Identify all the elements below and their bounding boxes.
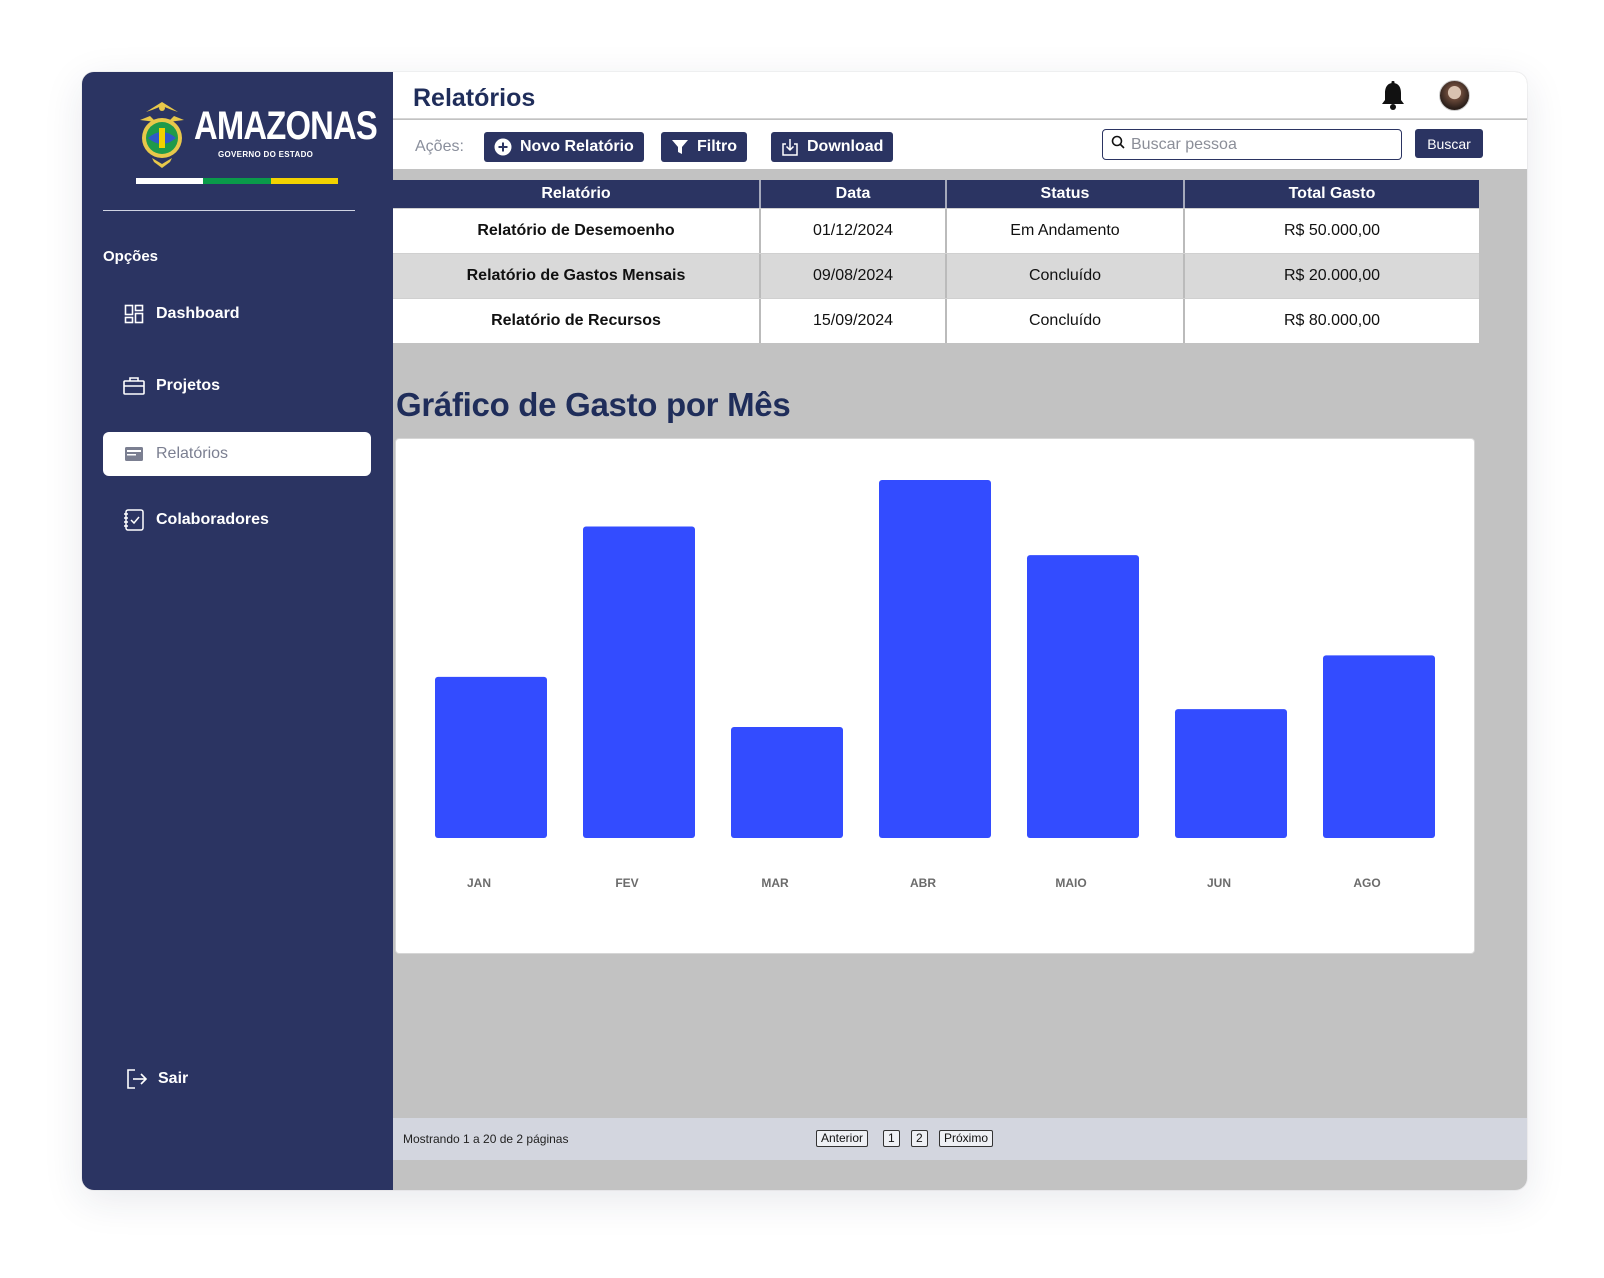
new-report-label: Novo Relatório	[520, 138, 634, 155]
chart-bar-ago[interactable]	[1323, 655, 1435, 838]
bell-icon[interactable]	[1378, 80, 1408, 112]
reports-table: Relatório Data Status Total Gasto Relató…	[393, 180, 1479, 343]
filter-label: Filtro	[697, 138, 737, 155]
search-icon	[1111, 135, 1125, 154]
flag-bar	[136, 178, 338, 184]
search-button[interactable]: Buscar	[1415, 129, 1483, 158]
bar-chart: JAN FEV MAR ABR MAIO JUN AGO	[395, 438, 1475, 954]
report-name-cell: Relatório de Desemoenho	[393, 209, 761, 253]
plus-circle-icon	[494, 138, 512, 156]
column-header-data[interactable]: Data	[761, 180, 947, 208]
report-name-cell: Relatório de Recursos	[393, 299, 761, 343]
sidebar-item-dashboard[interactable]: Dashboard	[103, 292, 371, 336]
page-button-1[interactable]: 1	[883, 1130, 900, 1147]
sidebar-divider	[103, 210, 355, 211]
logout-label: Sair	[158, 1070, 189, 1087]
search-field[interactable]	[1102, 129, 1402, 160]
report-icon	[123, 443, 145, 465]
chart-bar-fev[interactable]	[583, 526, 695, 838]
chart-bar-maio[interactable]	[1027, 555, 1139, 838]
flag-stripe-white	[136, 178, 204, 184]
next-page-button[interactable]: Próximo	[939, 1130, 994, 1147]
status-cell: Em Andamento	[947, 209, 1185, 253]
page-title: Relatórios	[413, 84, 536, 112]
x-tick-label: MAR	[761, 876, 789, 890]
app-window: AMAZONAS GOVERNO DO ESTADO Opções Dashbo…	[82, 72, 1527, 1190]
total-cell: R$ 20.000,00	[1283, 267, 1381, 284]
pagination-bar: Mostrando 1 a 20 de 2 páginas Anterior 1…	[393, 1118, 1527, 1160]
sidebar-section-label: Opções	[103, 248, 159, 265]
dashboard-icon	[123, 303, 145, 325]
brand-subtitle: GOVERNO DO ESTADO	[218, 150, 314, 159]
filter-button[interactable]: Filtro	[661, 132, 747, 162]
logout-icon	[126, 1068, 148, 1090]
pagination-info: Mostrando 1 a 20 de 2 páginas	[403, 1132, 569, 1146]
brand-title: AMAZONAS	[194, 104, 378, 148]
total-cell: R$ 80.000,00	[1283, 312, 1381, 329]
actions-toolbar: Ações: Novo Relatório Filtro Download Bu…	[393, 120, 1527, 169]
new-report-button[interactable]: Novo Relatório	[484, 132, 644, 162]
table-header-row: Relatório Data Status Total Gasto	[393, 180, 1479, 208]
x-tick-label: AGO	[1353, 876, 1380, 890]
table-row[interactable]: Relatório de Desemoenho 01/12/2024 Em An…	[393, 208, 1479, 253]
report-name-cell: Relatório de Gastos Mensais	[393, 254, 761, 298]
column-header-relatorio[interactable]: Relatório	[393, 180, 761, 208]
flag-stripe-green	[203, 178, 271, 184]
total-cell: R$ 50.000,00	[1283, 222, 1381, 239]
top-header: Relatórios	[393, 72, 1527, 119]
column-header-status[interactable]: Status	[947, 180, 1185, 208]
download-button[interactable]: Download	[771, 132, 894, 162]
sidebar: AMAZONAS GOVERNO DO ESTADO Opções Dashbo…	[82, 72, 393, 1190]
page-button-2[interactable]: 2	[911, 1130, 928, 1147]
chart-bar-abr[interactable]	[879, 480, 991, 838]
table-row[interactable]: Relatório de Recursos 15/09/2024 Concluí…	[393, 298, 1479, 343]
previous-page-button[interactable]: Anterior	[816, 1130, 869, 1147]
download-icon	[781, 138, 799, 156]
sidebar-item-label: Relatórios	[156, 445, 229, 462]
status-cell: Concluído	[947, 254, 1185, 298]
chart-bar-mar[interactable]	[731, 727, 843, 838]
column-header-total-gasto[interactable]: Total Gasto	[1185, 180, 1479, 208]
x-tick-label: FEV	[615, 876, 638, 890]
x-tick-label: MAIO	[1055, 876, 1086, 890]
date-cell: 15/09/2024	[761, 299, 947, 343]
chart-bar-jan[interactable]	[435, 676, 547, 838]
actions-label: Ações:	[415, 138, 464, 155]
user-avatar[interactable]	[1439, 80, 1470, 111]
x-tick-label: JUN	[1207, 876, 1231, 890]
flag-stripe-yellow	[270, 178, 338, 184]
coat-of-arms-icon	[140, 102, 184, 168]
sidebar-item-label: Dashboard	[156, 305, 240, 322]
date-cell: 09/08/2024	[761, 254, 947, 298]
filter-icon	[671, 138, 689, 156]
checklist-icon	[123, 509, 145, 531]
chart-bar-jun[interactable]	[1175, 709, 1287, 838]
status-cell: Concluído	[947, 299, 1185, 343]
chart-title: Gráfico de Gasto por Mês	[396, 386, 791, 423]
sidebar-item-projetos[interactable]: Projetos	[103, 364, 371, 408]
x-tick-label: JAN	[467, 876, 491, 890]
download-label: Download	[807, 138, 884, 155]
briefcase-icon	[123, 375, 145, 397]
x-tick-label: ABR	[910, 876, 936, 890]
date-cell: 01/12/2024	[761, 209, 947, 253]
sidebar-item-colaboradores[interactable]: Colaboradores	[103, 498, 371, 542]
sidebar-item-label: Projetos	[156, 377, 221, 394]
logout-button[interactable]: Sair	[126, 1068, 188, 1090]
sidebar-item-label: Colaboradores	[156, 511, 269, 528]
sidebar-item-relatorios[interactable]: Relatórios	[103, 432, 371, 476]
brand-logo[interactable]: AMAZONAS GOVERNO DO ESTADO	[136, 98, 378, 198]
chart-canvas: JAN FEV MAR ABR MAIO JUN AGO	[435, 480, 1435, 890]
search-input[interactable]	[1131, 135, 1391, 154]
table-row[interactable]: Relatório de Gastos Mensais 09/08/2024 C…	[393, 253, 1479, 298]
